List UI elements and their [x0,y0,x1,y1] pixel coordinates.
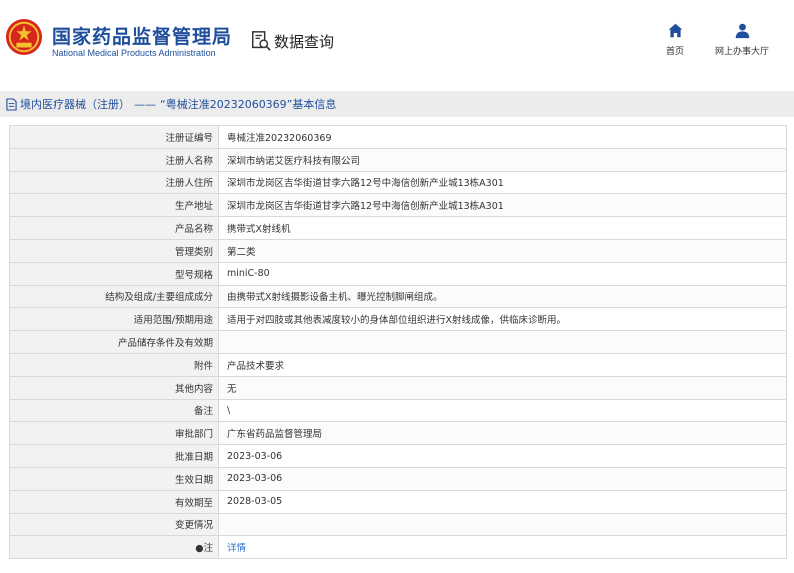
field-label: 产品储存条件及有效期 [9,330,219,354]
field-value: 2028-03-05 [218,489,787,514]
field-label: 生效日期 [9,466,219,491]
national-emblem-icon [5,18,43,56]
table-row: 产品名称 携带式X射线机 [9,216,787,240]
table-row: 注册人名称 深圳市纳诺艾医疗科技有限公司 [9,147,787,172]
document-search-icon [252,31,271,51]
field-value: \ [218,398,787,423]
field-value [218,330,787,354]
table-row: 产品储存条件及有效期 [9,330,787,354]
nav-online-service-label: 网上办事大厅 [714,47,769,57]
nav-home-label: 首页 [665,47,684,57]
home-icon [668,23,682,38]
nav-home[interactable]: 首页 [660,22,690,57]
field-label: 批准日期 [9,444,219,468]
data-query-title: 数据查询 [250,28,334,54]
field-value: 无 [218,375,787,400]
field-value: 由携带式X射线摄影设备主机、曝光控制脚闸组成。 [218,284,787,309]
table-row: 型号规格 miniC-80 [9,261,787,286]
field-value: 2023-03-06 [218,444,787,468]
field-value: miniC-80 [218,261,787,286]
table-row: 变更情况 [9,512,787,537]
breadcrumb-separator: —— [134,97,156,111]
nav-online-service-hall[interactable]: 网上办事大厅 [707,22,777,57]
table-row: 批准日期 2023-03-06 [9,444,787,468]
table-row: 管理类别 第二类 [9,238,787,263]
field-label: 结构及组成/主要组成成分 [9,284,219,309]
note-value: 详情 [218,535,787,560]
field-label: 产品名称 [9,216,219,240]
field-value [218,512,787,537]
field-label: 变更情况 [9,512,219,537]
agency-name-en: National Medical Products Administration [52,48,216,58]
breadcrumb-category[interactable]: 境内医疗器械（注册） [20,96,130,112]
table-row: 生效日期 2023-03-06 [9,466,787,491]
field-label: 有效期至 [9,489,219,514]
field-label: 其他内容 [9,375,219,400]
table-row: 审批部门 广东省药品监督管理局 [9,421,787,446]
field-label: 适用范围/预期用途 [9,307,219,332]
note-label: ●注 [9,535,219,560]
field-label: 注册证编号 [9,125,219,149]
table-row: 适用范围/预期用途 适用于对四肢或其他表减度较小的身体部位组织进行X射线成像，供临… [9,307,787,332]
document-icon [6,97,17,111]
field-value: 深圳市龙岗区吉华街道甘李六路12号中海信创新产业城13栋A301 [218,170,787,195]
table-row: 注册人住所 深圳市龙岗区吉华街道甘李六路12号中海信创新产业城13栋A301 [9,170,787,195]
table-row-note: ●注 详情 [9,535,787,560]
user-icon [735,23,749,39]
field-value: 广东省药品监督管理局 [218,421,787,446]
field-value: 产品技术要求 [218,352,787,377]
field-label: 注册人名称 [9,147,219,172]
table-row: 结构及组成/主要组成成分 由携带式X射线摄影设备主机、曝光控制脚闸组成。 [9,284,787,309]
field-value: 适用于对四肢或其他表减度较小的身体部位组织进行X射线成像，供临床诊断用。 [218,307,787,332]
breadcrumb: 境内医疗器械（注册） —— “粤械注准20232060369”基本信息 [0,91,794,117]
field-value: 携带式X射线机 [218,216,787,240]
agency-name-cn: 国家药品监督管理局 [52,26,233,48]
field-label: 注册人住所 [9,170,219,195]
field-value: 2023-03-06 [218,466,787,491]
field-value: 深圳市龙岗区吉华街道甘李六路12号中海信创新产业城13栋A301 [218,193,787,218]
table-row: 附件 产品技术要求 [9,352,787,377]
field-label: 生产地址 [9,193,219,218]
site-header: 国家药品监督管理局 National Medical Products Admi… [0,0,794,80]
registration-info-table: 注册证编号 粤械注准20232060369 注册人名称 深圳市纳诺艾医疗科技有限公司注… [9,125,787,560]
field-value: 深圳市纳诺艾医疗科技有限公司 [218,147,787,172]
field-label: 备注 [9,398,219,423]
data-query-label: 数据查询 [274,32,335,51]
table-row: 生产地址 深圳市龙岗区吉华街道甘李六路12号中海信创新产业城13栋A301 [9,193,787,218]
field-value: 粤械注准20232060369 [218,125,787,149]
field-label: 附件 [9,352,219,377]
field-label: 审批部门 [9,421,219,446]
table-row: 注册证编号 粤械注准20232060369 [9,125,787,149]
field-label: 管理类别 [9,238,219,263]
details-link[interactable]: 详情 [227,543,246,554]
table-row: 有效期至 2028-03-05 [9,489,787,514]
table-row: 备注 \ [9,398,787,423]
field-value: 第二类 [218,238,787,263]
table-row: 其他内容无 [9,375,787,400]
breadcrumb-record: “粤械注准20232060369”基本信息 [160,98,337,111]
field-label: 型号规格 [9,261,219,286]
